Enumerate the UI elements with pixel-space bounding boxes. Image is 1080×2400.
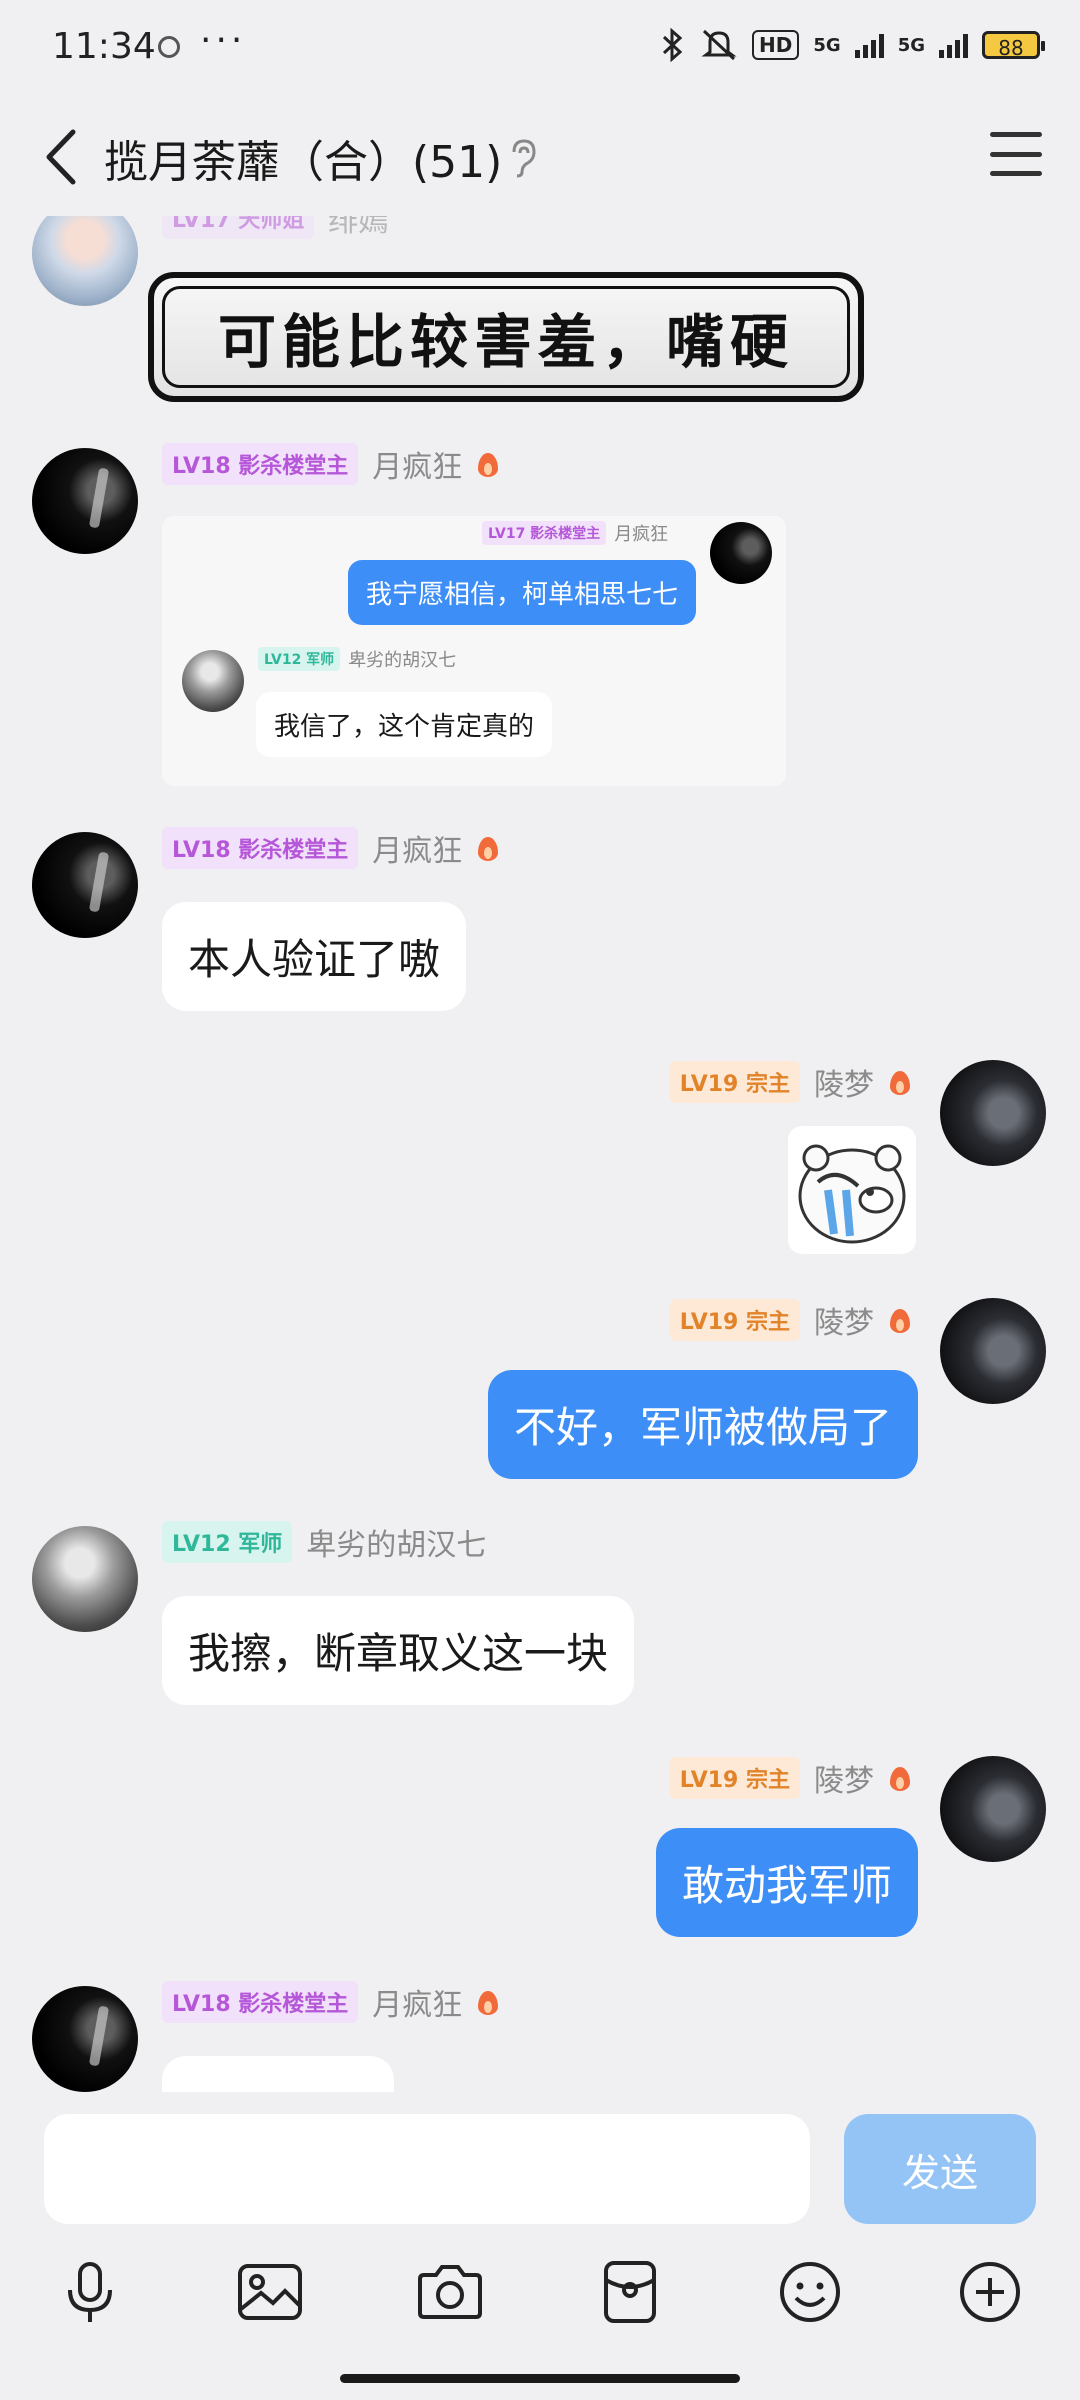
chat-header: 揽月荼蘼（合）(51) bbox=[0, 96, 1080, 216]
fire-icon bbox=[476, 833, 500, 863]
red-packet-icon bbox=[604, 2261, 656, 2323]
fire-icon bbox=[888, 1763, 912, 1793]
mute-icon bbox=[701, 29, 737, 61]
mini-level-badge: LV12 军师 bbox=[258, 647, 341, 671]
avatar[interactable] bbox=[32, 1986, 138, 2092]
avatar[interactable] bbox=[32, 1526, 138, 1632]
sender-row: LV18 影杀楼堂主 月疯狂 bbox=[162, 442, 500, 486]
plus-icon bbox=[960, 2262, 1020, 2322]
message-bubble[interactable]: 本人验证了嗷 bbox=[162, 902, 467, 1011]
camera-icon bbox=[418, 2265, 482, 2319]
level-badge: LV17 天师姐 bbox=[162, 216, 315, 239]
sender-name: 月疯狂 bbox=[372, 1988, 463, 2023]
status-time: 11:34 bbox=[52, 26, 156, 67]
avatar[interactable] bbox=[32, 832, 138, 938]
text-sticker[interactable]: 可能比较害羞，嘴硬 bbox=[148, 272, 864, 402]
composer: 发送 bbox=[0, 2092, 1080, 2400]
sender-row: LV17 天师姐 绯嫣 bbox=[162, 216, 388, 240]
mini-sender-name: 卑劣的胡汉七 bbox=[348, 650, 457, 671]
emoji-button[interactable] bbox=[770, 2252, 850, 2332]
fire-icon bbox=[476, 449, 500, 479]
sender-row: LV12 军师 卑劣的胡汉七 bbox=[162, 1520, 486, 1564]
mic-button[interactable] bbox=[50, 2252, 130, 2332]
back-button[interactable] bbox=[30, 122, 90, 192]
battery-icon: 88 bbox=[982, 31, 1045, 60]
status-icons: HD 5G 5G 88 bbox=[660, 28, 1045, 62]
avatar[interactable] bbox=[940, 1298, 1046, 1404]
sender-name: 月疯狂 bbox=[372, 450, 463, 485]
sender-name: 陵梦 bbox=[814, 1764, 874, 1799]
mini-sender-row: LV17 影杀楼堂主 月疯狂 bbox=[482, 520, 668, 546]
sender-name: 陵梦 bbox=[814, 1068, 874, 1103]
home-indicator[interactable] bbox=[340, 2374, 740, 2383]
sender-row: LV19 宗主 陵梦 bbox=[669, 1756, 912, 1800]
sender-name: 卑劣的胡汉七 bbox=[306, 1528, 487, 1563]
level-badge: LV19 宗主 bbox=[669, 1061, 800, 1103]
avatar[interactable] bbox=[32, 216, 138, 306]
send-button[interactable]: 发送 bbox=[844, 2114, 1036, 2224]
mic-icon bbox=[68, 2262, 112, 2322]
sender-row: LV18 影杀楼堂主 月疯狂 bbox=[162, 826, 500, 870]
screenshot-image[interactable]: LV17 影杀楼堂主 月疯狂 我宁愿相信，柯单相思七七 LV12 军师 卑劣的胡… bbox=[162, 516, 786, 786]
network-label-1: 5G bbox=[813, 34, 841, 56]
mini-sender-name: 月疯狂 bbox=[614, 524, 669, 545]
camera-button[interactable] bbox=[410, 2252, 490, 2332]
avatar[interactable] bbox=[940, 1060, 1046, 1166]
group-title[interactable]: 揽月荼蘼（合）(51) bbox=[104, 126, 502, 190]
message-input[interactable] bbox=[44, 2114, 810, 2224]
sender-name: 绯嫣 bbox=[328, 216, 389, 239]
plus-button[interactable] bbox=[950, 2252, 1030, 2332]
message-bubble[interactable]: 不好，军师被做局了 bbox=[487, 1370, 918, 1479]
emoji-sticker[interactable] bbox=[788, 1126, 916, 1254]
sender-name: 月疯狂 bbox=[372, 834, 463, 869]
image-icon bbox=[238, 2264, 302, 2320]
mini-level-badge: LV17 影杀楼堂主 bbox=[482, 521, 607, 545]
fire-icon bbox=[888, 1067, 912, 1097]
fire-icon bbox=[888, 1305, 912, 1335]
image-button[interactable] bbox=[230, 2252, 310, 2332]
status-bar: 11:34 ··· HD 5G 5G 88 bbox=[0, 0, 1080, 96]
network-label-2: 5G bbox=[897, 34, 925, 56]
ear-icon bbox=[512, 139, 536, 178]
signal-icon-2 bbox=[939, 32, 968, 58]
emoji-icon bbox=[780, 2262, 840, 2322]
sender-row: LV19 宗主 陵梦 bbox=[669, 1060, 912, 1104]
message-list[interactable]: LV17 天师姐 绯嫣 可能比较害羞，嘴硬 LV18 影杀楼堂主 月疯狂 LV1… bbox=[0, 216, 1080, 2092]
mini-sender-row: LV12 军师 卑劣的胡汉七 bbox=[258, 646, 456, 672]
level-badge: LV19 宗主 bbox=[669, 1299, 800, 1341]
sender-row: LV19 宗主 陵梦 bbox=[669, 1298, 912, 1342]
bluetooth-icon bbox=[663, 28, 683, 62]
level-badge: LV18 影杀楼堂主 bbox=[162, 1981, 359, 2023]
mini-blue-bubble: 我宁愿相信，柯单相思七七 bbox=[348, 560, 697, 625]
sender-row: LV18 影杀楼堂主 月疯狂 bbox=[162, 1980, 500, 2024]
avatar[interactable] bbox=[32, 448, 138, 554]
mini-avatar bbox=[710, 522, 772, 584]
message-bubble[interactable] bbox=[162, 2056, 394, 2092]
more-dots: ··· bbox=[200, 20, 247, 61]
sender-name: 陵梦 bbox=[814, 1306, 874, 1341]
level-badge: LV18 影杀楼堂主 bbox=[162, 443, 359, 485]
signal-icon bbox=[854, 32, 884, 58]
menu-button[interactable] bbox=[990, 132, 1042, 176]
hd-badge: HD bbox=[752, 30, 800, 60]
fire-icon bbox=[476, 1987, 500, 2017]
red-packet-button[interactable] bbox=[590, 2252, 670, 2332]
record-icon bbox=[158, 36, 180, 58]
sticker-text: 可能比较害羞，嘴硬 bbox=[217, 308, 794, 376]
avatar[interactable] bbox=[940, 1756, 1046, 1862]
level-badge: LV12 军师 bbox=[162, 1521, 293, 1563]
chevron-left-icon bbox=[46, 129, 76, 185]
level-badge: LV19 宗主 bbox=[669, 1757, 800, 1799]
mini-white-bubble: 我信了，这个肯定真的 bbox=[256, 692, 553, 757]
mini-avatar bbox=[182, 650, 244, 712]
crying-face-icon bbox=[798, 1144, 906, 1244]
level-badge: LV18 影杀楼堂主 bbox=[162, 827, 359, 869]
message-bubble[interactable]: 我擦，断章取义这一块 bbox=[162, 1596, 635, 1705]
message-bubble[interactable]: 敢动我军师 bbox=[655, 1828, 918, 1937]
